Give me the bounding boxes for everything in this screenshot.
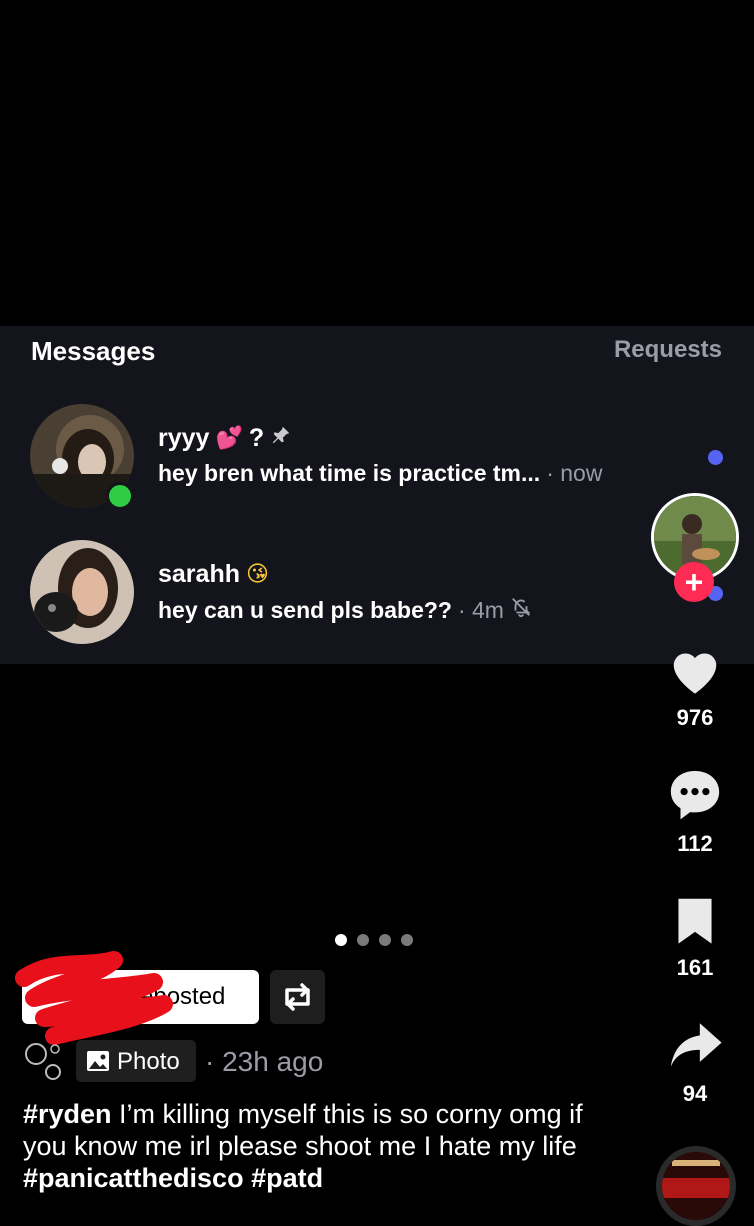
pager-dot[interactable] [335,934,347,946]
hearts-emoji: 💕 [215,426,243,451]
contact-name: sarahh [158,560,240,588]
messages-title: Messages [31,336,156,366]
share-arrow-icon [670,1023,722,1067]
hashtag-patd[interactable]: #patd [251,1163,323,1193]
bookmark-button[interactable]: 161 [654,894,736,981]
like-count: 976 [676,705,714,730]
photo-pager[interactable] [335,934,413,946]
photo-mode-chip[interactable]: Photo [76,1040,196,1082]
hashtag-panicatthedisco[interactable]: #panicatthedisco [23,1163,244,1193]
pager-dot[interactable] [401,934,413,946]
bubbles-icon [25,1043,61,1080]
conversation-row-sarahh[interactable]: sarahh 😘 hey can u send pls babe?? · 4m [0,538,754,648]
bookmark-count: 161 [676,955,714,980]
post-time: · 23h ago [205,1046,324,1077]
pager-dot[interactable] [357,934,369,946]
photo-label: Photo [117,1048,180,1075]
image-icon [87,1051,109,1071]
hashtag-ryden[interactable]: #ryden [23,1099,112,1129]
contact-name: ryyy [158,424,210,452]
repost-button[interactable] [270,970,325,1024]
post-caption: #ryden I’m killing myself this is so cor… [23,1098,583,1194]
reposted-label[interactable]: eposted [15,951,259,1045]
pager-dot[interactable] [379,934,391,946]
like-button[interactable]: 976 [654,644,736,731]
share-count: 94 [682,1081,708,1106]
kiss-emoji: 😘 [245,562,269,587]
requests-link[interactable]: Requests [614,336,722,364]
comment-button[interactable]: 112 [654,766,736,857]
conversation-row-ryyy[interactable]: ryyy 💕 ? hey bren what time is practice … [0,402,754,512]
share-button[interactable]: 94 [654,1018,736,1107]
pin-icon [270,424,292,453]
unread-dot [708,450,723,465]
muted-bell-icon [510,596,532,624]
message-time: · now [546,460,603,486]
follow-button[interactable]: + [674,562,714,602]
online-status-dot [106,482,134,510]
message-preview: hey bren what time is practice tm... [158,460,541,486]
comment-icon [670,771,720,820]
name-suffix: ? [248,424,265,452]
redaction-scribble [15,951,173,1045]
bookmark-icon [678,898,712,944]
heart-icon [673,653,717,694]
message-time: · 4m [457,596,504,623]
avatar[interactable] [30,540,134,644]
messages-panel: Messages Requests ryyy 💕 ? hey bren what… [0,326,754,664]
message-preview: hey can u send pls babe?? [158,596,452,623]
comment-count: 112 [677,831,713,856]
music-disc[interactable] [656,1146,736,1226]
repost-icon [285,983,310,1011]
